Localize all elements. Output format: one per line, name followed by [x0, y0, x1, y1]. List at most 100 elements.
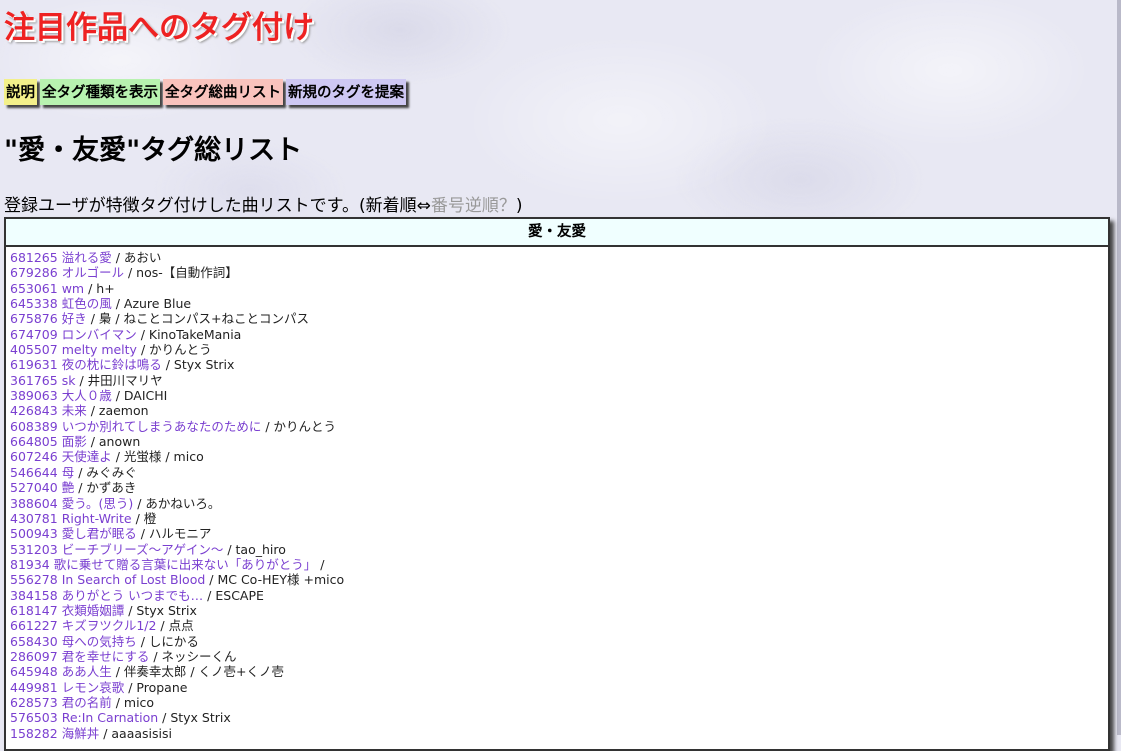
song-link[interactable]: 607246 天使達よ [10, 449, 112, 464]
song-list-item: 674709 ロンバイマン / KinoTakeMania [10, 327, 1108, 342]
song-artist: ネッシーくん [161, 648, 237, 664]
song-artist: zaemon [98, 403, 149, 419]
list-description: 登録ユーザが特徴タグ付けした曲リストです。(新着順⇔番号逆順？) [4, 191, 522, 216]
song-title: 君の名前 [61, 694, 112, 710]
table-header: 愛・友愛 [6, 219, 1108, 247]
song-link[interactable]: 576503 Re:In Carnation [10, 710, 158, 725]
song-link[interactable]: 628573 君の名前 [10, 695, 112, 710]
nav-propose-tag-button[interactable]: 新規のタグを提案 [286, 79, 406, 105]
separator: / [131, 510, 144, 526]
song-title: 艶 [61, 480, 75, 496]
song-artist: 伴奏幸太郎 / くノ壱+くノ壱 [123, 664, 285, 680]
nav-help-button[interactable]: 説明 [4, 79, 37, 105]
song-title: いつか別れてしまうあなたのために [61, 418, 262, 434]
song-link[interactable]: 608389 いつか別れてしまうあなたのために [10, 419, 261, 434]
separator: / [223, 541, 236, 557]
song-title: 夜の枕に鈴は鳴る [61, 357, 162, 373]
song-link[interactable]: 361765 sk [10, 373, 75, 388]
separator: / [84, 280, 97, 296]
song-link[interactable]: 619631 夜の枕に鈴は鳴る [10, 357, 162, 372]
song-list-item: 658430 母への気持ち / しにかる [10, 634, 1108, 649]
song-link[interactable]: 384158 ありがとう いつまでも… [10, 588, 203, 603]
song-title: 面影 [61, 434, 87, 450]
page-title: 注目作品へのタグ付け [4, 10, 314, 46]
song-title: ロンバイマン [61, 326, 137, 342]
song-list-item: 388604 愛う。(思う) / あかねいろ。 [10, 496, 1108, 511]
separator: / [123, 265, 137, 281]
song-artist: 井田川マリヤ [87, 372, 163, 388]
song-title: In Search of Lost Blood [61, 572, 206, 588]
song-link[interactable]: 661227 キズヲツクル1/2 [10, 618, 156, 633]
song-id: 546644 [10, 464, 58, 480]
description-text: 登録ユーザが特徴タグ付けした曲リストです。(新着順⇔ [4, 196, 431, 216]
song-artist: 光蛍様 / mico [123, 449, 204, 465]
separator: / [111, 664, 124, 680]
window-right-edge [1117, 0, 1121, 735]
song-link[interactable]: 679286 オルゴール [10, 265, 124, 280]
song-id: 645948 [10, 664, 58, 680]
song-title: 好き [61, 311, 87, 327]
song-link[interactable]: 500943 愛し君が眠る [10, 526, 137, 541]
song-link[interactable]: 527040 艶 [10, 480, 74, 495]
song-id: 675876 [10, 311, 58, 327]
song-artist: DAICHI [123, 388, 168, 404]
song-link[interactable]: 158282 海鮮丼 [10, 726, 99, 741]
separator: / [161, 357, 174, 373]
separator: / [111, 250, 124, 265]
song-link[interactable]: 449981 レモン哀歌 [10, 680, 124, 695]
song-id: 664805 [10, 434, 58, 450]
song-list-item: 619631 夜の枕に鈴は鳴る / Styx Strix [10, 357, 1108, 372]
nav-all-tag-song-list-button[interactable]: 全タグ総曲リスト [163, 79, 283, 105]
song-list-item: 576503 Re:In Carnation / Styx Strix [10, 710, 1108, 725]
song-artist: かずあき [86, 480, 137, 496]
separator: / [136, 526, 149, 542]
separator: / [156, 618, 169, 634]
song-link[interactable]: 286097 君を幸せにする [10, 649, 149, 664]
song-artist: Styx Strix [136, 602, 197, 618]
song-link[interactable]: 653061 wm [10, 281, 84, 296]
song-link[interactable]: 658430 母への気持ち [10, 634, 137, 649]
song-list-item: 527040 艶 / かずあき [10, 480, 1108, 495]
separator: / [99, 725, 112, 741]
song-id: 384158 [10, 587, 58, 603]
separator: / [111, 694, 124, 710]
song-link[interactable]: 531203 ビーチブリーズ～アゲイン～ [10, 542, 223, 557]
song-link[interactable]: 430781 Right-Write [10, 511, 132, 526]
sort-order-link[interactable]: 番号逆順？ [431, 196, 516, 216]
nav-all-tag-types-button[interactable]: 全タグ種類を表示 [40, 79, 160, 105]
song-link[interactable]: 645338 虹色の風 [10, 296, 112, 311]
song-artist: aaaasisisi [111, 725, 172, 741]
separator: / [205, 572, 218, 588]
song-id: 430781 [10, 510, 58, 526]
song-list-item: 628573 君の名前 / mico [10, 695, 1108, 710]
song-link[interactable]: 388604 愛う。(思う) [10, 496, 133, 511]
song-link[interactable]: 681265 溢れる愛 [10, 250, 112, 265]
song-link[interactable]: 389063 大人０歳 [10, 388, 112, 403]
song-id: 500943 [10, 526, 58, 542]
song-title: 母への気持ち [61, 633, 137, 649]
song-artist: anown [98, 434, 141, 450]
song-id: 619631 [10, 357, 58, 373]
song-link[interactable]: 664805 面影 [10, 434, 87, 449]
song-title: ありがとう いつまでも… [61, 587, 204, 603]
song-link[interactable]: 81934 歌に乗せて贈る言葉に出来ない「ありがとう」 [10, 557, 316, 572]
song-link[interactable]: 556278 In Search of Lost Blood [10, 572, 205, 587]
song-link[interactable]: 675876 好き [10, 311, 87, 326]
song-link[interactable]: 645948 ああ人生 [10, 664, 112, 679]
song-artist: かりんとう [149, 342, 212, 358]
song-title: 天使達よ [61, 449, 112, 465]
song-link[interactable]: 405507 melty melty [10, 342, 137, 357]
song-list-item: 661227 キズヲツクル1/2 / 点点 [10, 618, 1108, 633]
song-link[interactable]: 674709 ロンバイマン [10, 327, 137, 342]
song-link[interactable]: 546644 母 [10, 465, 74, 480]
song-link[interactable]: 618147 衣類婚姻譚 [10, 603, 124, 618]
song-list-item: 384158 ありがとう いつまでも… / ESCAPE [10, 588, 1108, 603]
separator: / [149, 648, 162, 664]
song-list-item: 426843 未来 / zaemon [10, 403, 1108, 418]
separator: / [261, 418, 274, 434]
song-id: 628573 [10, 694, 58, 710]
song-title: ビーチブリーズ～アゲイン～ [61, 541, 224, 557]
song-link[interactable]: 426843 未来 [10, 403, 87, 418]
song-id: 449981 [10, 679, 58, 695]
song-id: 681265 [10, 250, 58, 265]
